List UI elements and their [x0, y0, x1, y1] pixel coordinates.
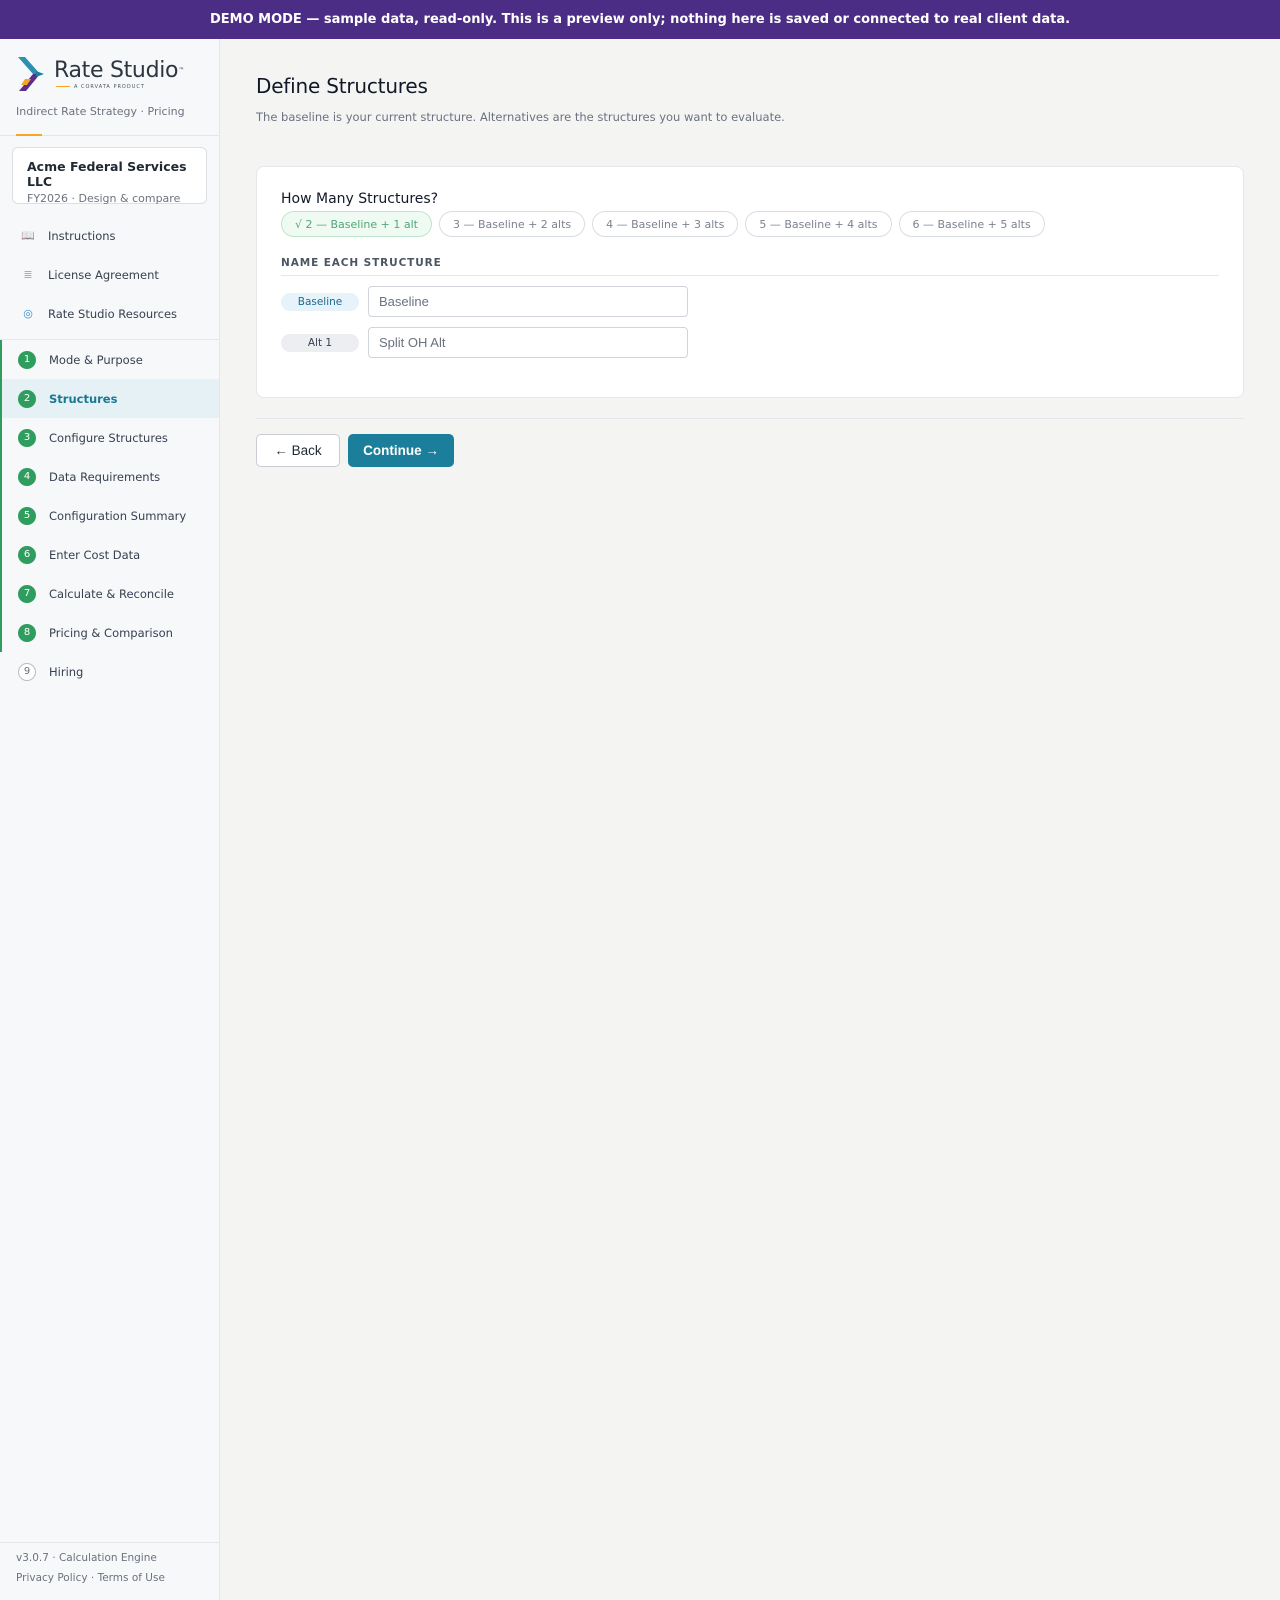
- navigation-actions: ← Back Continue →: [256, 434, 1244, 467]
- book-icon: 📖: [21, 229, 35, 242]
- globe-icon: ◎: [23, 307, 33, 320]
- option-4-structures[interactable]: 4 — Baseline + 3 alts: [592, 211, 739, 237]
- client-subtitle: FY2026 · Design & compare: [27, 192, 181, 205]
- resource-links: 📖 Instructions ≣ License Agreement ◎ Rat…: [0, 216, 219, 340]
- continue-button[interactable]: Continue →: [348, 434, 454, 467]
- step-number: 5: [18, 506, 36, 525]
- step-number: 6: [18, 545, 36, 564]
- step-label: Pricing & Comparison: [49, 625, 173, 640]
- step-label: Configuration Summary: [49, 508, 187, 523]
- step-label: Hiring: [49, 664, 84, 679]
- option-6-structures[interactable]: 6 — Baseline + 5 alts: [898, 211, 1045, 237]
- baseline-name-input[interactable]: [368, 286, 688, 317]
- option-5-structures[interactable]: 5 — Baseline + 4 alts: [745, 211, 892, 237]
- step-number: 8: [18, 623, 36, 642]
- step-structures[interactable]: 2 Structures: [0, 379, 219, 418]
- banner-text: DEMO MODE — sample data, read-only. This…: [209, 12, 1071, 27]
- sidebar: Rate Studio™ A CORVATA PRODUCT Indirect …: [0, 39, 220, 1600]
- structure-name-row: Baseline: [281, 286, 1219, 317]
- brand-tagline: Indirect Rate Strategy · Pricing: [16, 105, 185, 118]
- workflow-steps: 1 Mode & Purpose 2 Structures 3 Configur…: [0, 340, 219, 691]
- brand-header: Rate Studio™ A CORVATA PRODUCT Indirect …: [0, 39, 219, 136]
- document-icon: ≣: [23, 268, 33, 281]
- step-label: Structures: [49, 391, 118, 406]
- footer-divider: [0, 1542, 219, 1543]
- step-label: Configure Structures: [49, 430, 168, 445]
- step-label: Data Requirements: [49, 469, 161, 484]
- alt1-name-input[interactable]: [368, 327, 688, 358]
- client-name: Acme Federal Services LLC: [27, 159, 187, 189]
- page-subtitle: The baseline is your current structure. …: [256, 110, 785, 124]
- step-label: Mode & Purpose: [49, 352, 143, 367]
- step-number: 1: [18, 350, 36, 369]
- demo-mode-banner: DEMO MODE — sample data, read-only. This…: [0, 0, 1280, 39]
- logo-accent-dash: [56, 85, 70, 88]
- structure-name-row: Alt 1: [281, 327, 1219, 358]
- sidebar-link-label: Rate Studio Resources: [48, 306, 178, 321]
- step-hiring[interactable]: 9 Hiring: [0, 652, 219, 691]
- alt1-tag: Alt 1: [281, 333, 359, 352]
- sidebar-link-label: Instructions: [48, 228, 116, 243]
- step-number: 7: [18, 584, 36, 603]
- name-structures-label: NAME EACH STRUCTURE: [281, 257, 1219, 276]
- legal-links[interactable]: Privacy Policy · Terms of Use: [16, 1568, 165, 1588]
- brand-subtitle: A CORVATA PRODUCT: [74, 83, 145, 90]
- structures-heading: How Many Structures?: [281, 191, 439, 207]
- step-number: 4: [18, 467, 36, 486]
- step-pricing-comparison[interactable]: 8 Pricing & Comparison: [0, 613, 219, 652]
- sidebar-link-license[interactable]: ≣ License Agreement: [0, 255, 219, 294]
- page-title: Define Structures: [256, 74, 428, 98]
- step-configuration-summary[interactable]: 5 Configuration Summary: [0, 496, 219, 535]
- back-button[interactable]: ← Back: [256, 434, 340, 467]
- logo[interactable]: Rate Studio™ A CORVATA PRODUCT: [16, 55, 203, 93]
- client-card[interactable]: Acme Federal Services LLC FY2026 · Desig…: [12, 147, 207, 205]
- baseline-tag: Baseline: [281, 292, 359, 311]
- step-label: Calculate & Reconcile: [49, 586, 174, 601]
- step-number: 2: [18, 389, 36, 408]
- step-data-requirements[interactable]: 4 Data Requirements: [0, 457, 219, 496]
- step-number: 3: [18, 428, 36, 447]
- sidebar-footer: v3.0.7 · Calculation Engine Privacy Poli…: [16, 1548, 165, 1588]
- step-number: 9: [18, 662, 36, 681]
- trademark: ™: [178, 66, 184, 74]
- sidebar-link-resources[interactable]: ◎ Rate Studio Resources: [0, 294, 219, 333]
- option-3-structures[interactable]: 3 — Baseline + 2 alts: [438, 211, 586, 237]
- step-enter-cost-data[interactable]: 6 Enter Cost Data: [0, 535, 219, 574]
- sidebar-link-instructions[interactable]: 📖 Instructions: [0, 216, 219, 255]
- brand-name: Rate Studio: [54, 57, 179, 83]
- actions-divider: [256, 418, 1244, 419]
- step-calculate-reconcile[interactable]: 7 Calculate & Reconcile: [0, 574, 219, 613]
- structure-count-options: √ 2 — Baseline + 1 alt 3 — Baseline + 2 …: [281, 211, 1219, 237]
- step-mode-purpose[interactable]: 1 Mode & Purpose: [0, 340, 219, 379]
- sidebar-link-label: License Agreement: [48, 267, 159, 282]
- step-configure-structures[interactable]: 3 Configure Structures: [0, 418, 219, 457]
- brand-accent-bar: [16, 134, 42, 136]
- structures-card: How Many Structures? √ 2 — Baseline + 1 …: [256, 166, 1244, 398]
- step-label: Enter Cost Data: [49, 547, 141, 562]
- option-2-structures[interactable]: √ 2 — Baseline + 1 alt: [281, 211, 432, 237]
- main-content: Define Structures The baseline is your c…: [220, 39, 1280, 1600]
- rate-studio-logo-icon: [18, 57, 44, 91]
- version-text: v3.0.7 · Calculation Engine: [16, 1552, 157, 1564]
